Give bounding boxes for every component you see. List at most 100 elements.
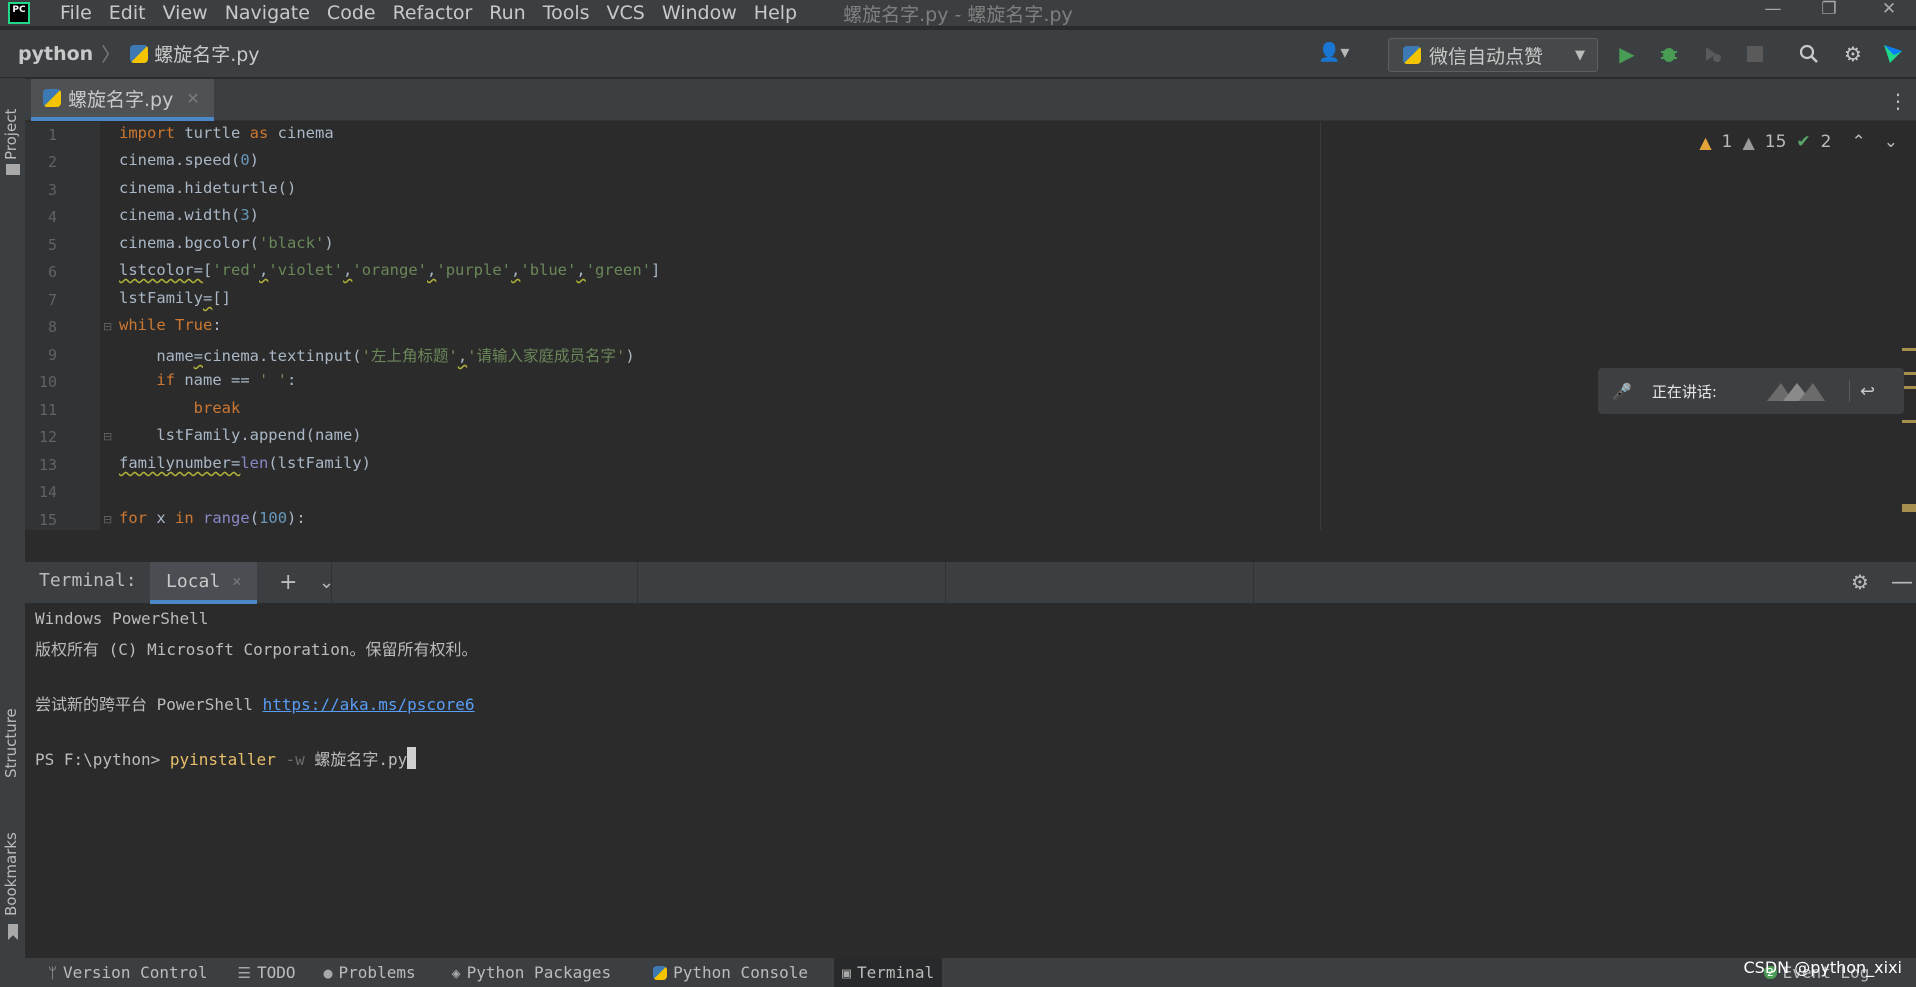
more-icon[interactable]: ⋮ [1888, 89, 1908, 113]
line-number: 8 [47, 318, 57, 336]
todo-tool[interactable]: ☰ TODO [230, 958, 304, 987]
next-highlight-icon[interactable]: ⌄ [1884, 132, 1898, 152]
menu-edit[interactable]: Edit [109, 4, 146, 23]
line-number: 1 [47, 126, 57, 144]
terminal-header: Terminal: Local ✕ + ⌄ ⚙ — [25, 562, 1916, 604]
terminal-line: Windows PowerShell [35, 609, 209, 628]
python-console-label: Python Console [673, 963, 808, 982]
breadcrumb-project[interactable]: python [18, 43, 93, 65]
fold-icon[interactable]: ⊟ [103, 513, 112, 526]
line-number: 4 [47, 208, 57, 226]
reply-icon[interactable]: ↩ [1860, 381, 1875, 402]
line-number: 10 [38, 373, 57, 391]
warning-icon: ▲ [1699, 132, 1712, 152]
line-number: 2 [47, 153, 57, 171]
list-icon: ☰ [237, 963, 251, 982]
terminal-tab-label: Local [166, 570, 221, 592]
editor-tab[interactable]: 螺旋名字.py ✕ [31, 79, 214, 121]
stripe-mark[interactable] [1902, 420, 1916, 423]
watermark: CSDN @python_xixi [1743, 958, 1903, 977]
code-line: lstcolor=['red','violet','orange','purpl… [119, 261, 661, 279]
stop-icon[interactable] [1742, 41, 1768, 67]
python-console-tool[interactable]: Python Console [645, 958, 816, 987]
project-tool-tab[interactable]: Project [2, 109, 20, 160]
coverage-icon[interactable] [1700, 41, 1726, 67]
menu-window[interactable]: Window [662, 4, 737, 23]
run-configuration-dropdown[interactable]: 微信自动点赞 ▼ [1388, 38, 1598, 72]
line-number-gutter: 1 2 3 4 5 6 7 8 9 10 11 12 13 14 15 [25, 122, 100, 530]
pscore-link[interactable]: https://aka.ms/pscore6 [263, 695, 475, 714]
menu-file[interactable]: File [60, 4, 92, 23]
run-configuration-label: 微信自动点赞 [1429, 45, 1544, 68]
gear-icon[interactable]: ⚙ [1851, 570, 1869, 594]
hide-panel-icon[interactable]: — [1891, 570, 1913, 595]
terminal-icon: ▣ [841, 963, 852, 982]
menu-run[interactable]: Run [489, 4, 525, 23]
minimize-button[interactable]: — [1750, 0, 1796, 22]
terminal-tab-local[interactable]: Local ✕ [150, 562, 258, 604]
warning-count: 1 [1721, 132, 1733, 152]
breadcrumb-file[interactable]: 螺旋名字.py [130, 40, 260, 67]
python-icon [653, 965, 668, 980]
menu-navigate[interactable]: Navigate [225, 4, 310, 23]
gear-icon[interactable]: ⚙ [1840, 41, 1866, 67]
search-icon[interactable] [1796, 41, 1822, 67]
editor-tab-label: 螺旋名字.py [68, 88, 174, 111]
structure-tool-tab[interactable]: Structure [2, 708, 20, 778]
typo-check-icon: ✔ [1796, 132, 1811, 152]
terminal-line: 版权所有 (C) Microsoft Corporation。保留所有权利。 [35, 640, 478, 659]
python-packages-tool[interactable]: ◈ Python Packages [444, 958, 620, 987]
muted-mic-icon[interactable]: 🎤 [1612, 382, 1632, 401]
weak-warning-count: 15 [1764, 132, 1787, 152]
terminal-output[interactable]: Windows PowerShell 版权所有 (C) Microsoft Co… [25, 605, 1916, 957]
code-editor[interactable]: 1 2 3 4 5 6 7 8 9 10 11 12 13 14 15 ⊟ ⊟ … [25, 122, 1916, 530]
code-line: while True: [119, 316, 222, 334]
editor-tab-bar: 螺旋名字.py ✕ ⋮ [25, 79, 1916, 121]
jetbrains-toolbox-icon[interactable] [1880, 41, 1906, 67]
fold-icon[interactable]: ⊟ [103, 430, 112, 443]
prompt: PS F:\python> [35, 750, 170, 769]
terminal-tool[interactable]: ▣ Terminal [833, 958, 943, 987]
close-window-button[interactable]: ✕ [1866, 0, 1912, 22]
user-icon[interactable]: 👤▾ [1318, 42, 1349, 63]
terminal-title: Terminal: [39, 570, 137, 591]
menu-vcs[interactable]: VCS [607, 4, 645, 23]
line-number: 5 [47, 236, 57, 254]
left-tool-strip: Project Structure Bookmarks [0, 78, 25, 958]
restore-button[interactable]: ❐ [1806, 0, 1852, 22]
fold-icon[interactable]: ⊟ [103, 320, 112, 333]
terminal-tool-label: Terminal [857, 963, 935, 982]
line-number: 15 [38, 511, 57, 529]
run-icon[interactable]: ▶ [1614, 41, 1640, 67]
command-argument: 螺旋名字.py [314, 750, 408, 769]
code-line: cinema.hideturtle() [119, 179, 297, 197]
info-icon: ● [323, 963, 333, 982]
code-line: import turtle as cinema [119, 124, 334, 142]
menu-help[interactable]: Help [754, 4, 797, 23]
menu-tools[interactable]: Tools [543, 4, 590, 23]
chevron-down-icon: ▼ [1575, 47, 1585, 63]
close-icon[interactable]: ✕ [232, 572, 241, 590]
branch-icon: ᛘ [48, 963, 58, 982]
stripe-mark[interactable] [1902, 504, 1916, 512]
inspection-widget[interactable]: ▲ 1 ▲ 15 ✔ 2 ⌃ ⌄ [1699, 132, 1898, 152]
problems-tool[interactable]: ● Problems [316, 958, 424, 987]
debug-icon[interactable] [1656, 41, 1682, 67]
bookmarks-tool-tab[interactable]: Bookmarks [2, 832, 20, 916]
version-control-tool[interactable]: ᛘ Version Control [40, 958, 216, 987]
menu-refactor[interactable]: Refactor [393, 4, 473, 23]
stripe-mark[interactable] [1902, 348, 1916, 351]
command: pyinstaller [169, 750, 276, 769]
terminal-line: 尝试新的跨平台 PowerShell https://aka.ms/pscore… [35, 695, 475, 714]
close-icon[interactable]: ✕ [186, 89, 199, 108]
stripe-mark[interactable] [1902, 372, 1916, 375]
code-line: name=cinema.textinput('左上角标题','请输入家庭成员名字… [119, 347, 635, 365]
menu-view[interactable]: View [163, 4, 208, 23]
layers-icon: ◈ [451, 963, 461, 982]
menu-code[interactable]: Code [327, 4, 376, 23]
stripe-mark[interactable] [1902, 386, 1916, 389]
previous-highlight-icon[interactable]: ⌃ [1852, 132, 1866, 152]
folder-icon [6, 164, 20, 175]
python-file-icon [130, 44, 149, 63]
new-terminal-icon[interactable]: + [279, 570, 297, 595]
